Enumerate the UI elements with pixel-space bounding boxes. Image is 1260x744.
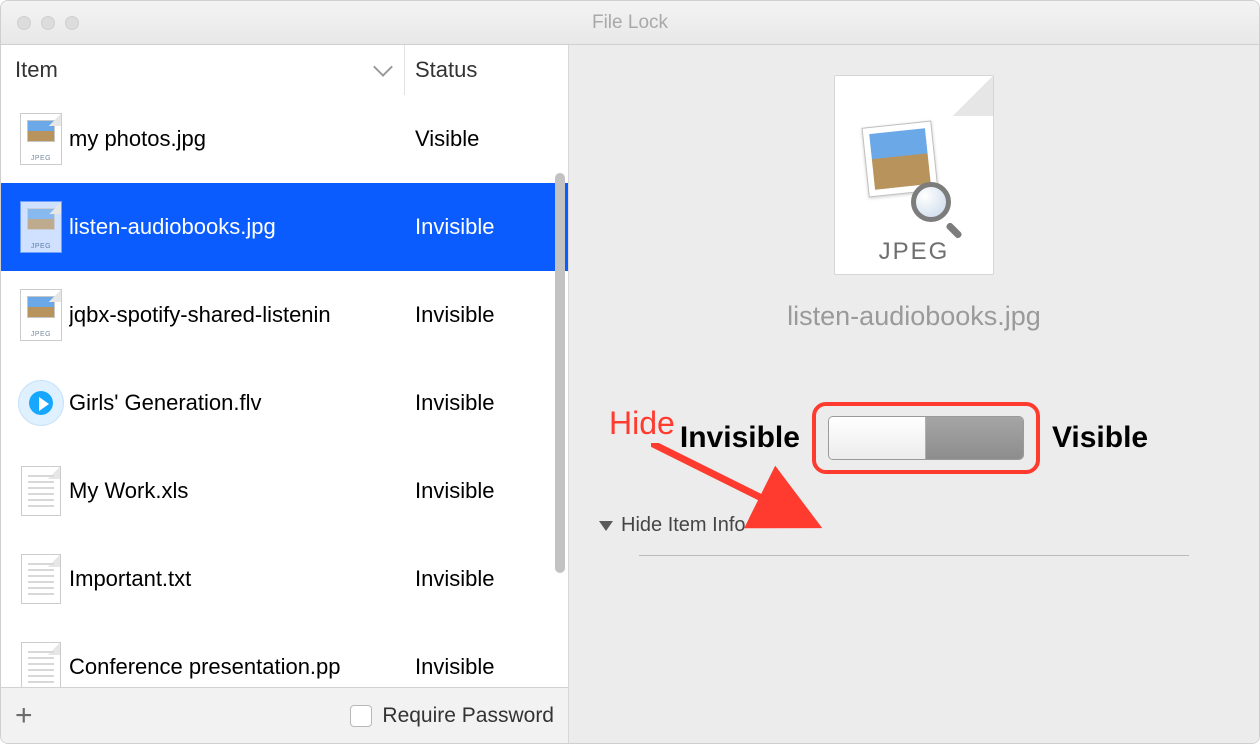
traffic-lights: [1, 16, 79, 30]
file-name: listen-audiobooks.jpg: [69, 214, 405, 240]
document-file-icon: [21, 466, 61, 516]
file-row[interactable]: Girls' Generation.flv Invisible: [1, 359, 568, 447]
detail-filename: listen-audiobooks.jpg: [589, 301, 1239, 332]
flv-file-icon: [18, 380, 64, 426]
column-headers: Item Status: [1, 45, 568, 95]
annotation-highlight-box: [812, 402, 1040, 474]
file-status: Invisible: [405, 654, 568, 680]
column-header-item-label: Item: [15, 57, 58, 83]
column-header-status[interactable]: Status: [405, 45, 568, 95]
require-password-label: Require Password: [382, 704, 554, 728]
file-preview-icon: JPEG: [834, 75, 994, 275]
toggle-label-invisible: Invisible: [680, 421, 800, 455]
file-row[interactable]: My Work.xls Invisible: [1, 447, 568, 535]
window-title: File Lock: [592, 12, 668, 34]
file-name: jqbx-spotify-shared-listenin: [69, 302, 405, 328]
file-list-panel: Item Status JPEG my photos.jpg VisibleJP…: [1, 45, 569, 743]
file-row[interactable]: JPEG listen-audiobooks.jpg Invisible: [1, 183, 568, 271]
file-list: JPEG my photos.jpg VisibleJPEG listen-au…: [1, 95, 568, 687]
file-status: Invisible: [405, 390, 568, 416]
toggle-label-visible: Visible: [1052, 421, 1148, 455]
jpeg-file-icon: JPEG: [20, 113, 62, 165]
file-name: Girls' Generation.flv: [69, 390, 405, 416]
bottom-toolbar: + Require Password: [1, 687, 568, 743]
file-name: Important.txt: [69, 566, 405, 592]
file-row[interactable]: Important.txt Invisible: [1, 535, 568, 623]
chevron-down-icon: [373, 57, 393, 77]
file-icon-cell: JPEG: [13, 289, 69, 341]
file-name: my photos.jpg: [69, 126, 405, 152]
require-password-checkbox[interactable]: [350, 705, 372, 727]
window: File Lock Item Status JPEG my photos.jpg…: [0, 0, 1260, 744]
detail-panel: JPEG listen-audiobooks.jpg Hide Invisibl…: [569, 45, 1259, 743]
jpeg-file-icon: JPEG: [20, 201, 62, 253]
column-header-item[interactable]: Item: [1, 45, 405, 95]
file-status: Invisible: [405, 214, 568, 240]
file-icon-cell: JPEG: [13, 113, 69, 165]
close-light[interactable]: [17, 16, 31, 30]
file-name: Conference presentation.pp: [69, 654, 405, 680]
file-icon-cell: [13, 642, 69, 687]
file-icon-cell: [13, 466, 69, 516]
toggle-track: [926, 417, 1023, 459]
visibility-toggle[interactable]: [828, 416, 1024, 460]
window-body: Item Status JPEG my photos.jpg VisibleJP…: [1, 45, 1259, 743]
magnifier-icon: [911, 182, 961, 232]
jpeg-file-icon: JPEG: [20, 289, 62, 341]
add-button[interactable]: +: [15, 699, 33, 733]
document-file-icon: [21, 554, 61, 604]
file-row[interactable]: JPEG my photos.jpg Visible: [1, 95, 568, 183]
file-status: Invisible: [405, 566, 568, 592]
disclosure-triangle-icon: [599, 521, 613, 531]
file-status: Invisible: [405, 478, 568, 504]
file-name: My Work.xls: [69, 478, 405, 504]
file-status: Invisible: [405, 302, 568, 328]
file-status: Visible: [405, 126, 568, 152]
file-icon-cell: [13, 380, 69, 426]
minimize-light[interactable]: [41, 16, 55, 30]
file-icon-cell: JPEG: [13, 201, 69, 253]
file-icon-cell: [13, 554, 69, 604]
toggle-knob: [829, 417, 926, 459]
document-file-icon: [21, 642, 61, 687]
zoom-light[interactable]: [65, 16, 79, 30]
file-row[interactable]: Conference presentation.pp Invisible: [1, 623, 568, 687]
visibility-toggle-row: Invisible Visible: [589, 402, 1239, 474]
scrollbar[interactable]: [555, 173, 565, 573]
file-row[interactable]: JPEG jqbx-spotify-shared-listenin Invisi…: [1, 271, 568, 359]
file-type-label: JPEG: [835, 238, 993, 266]
titlebar: File Lock: [1, 1, 1259, 45]
column-header-status-label: Status: [415, 57, 477, 83]
page-fold-icon: [953, 76, 993, 116]
